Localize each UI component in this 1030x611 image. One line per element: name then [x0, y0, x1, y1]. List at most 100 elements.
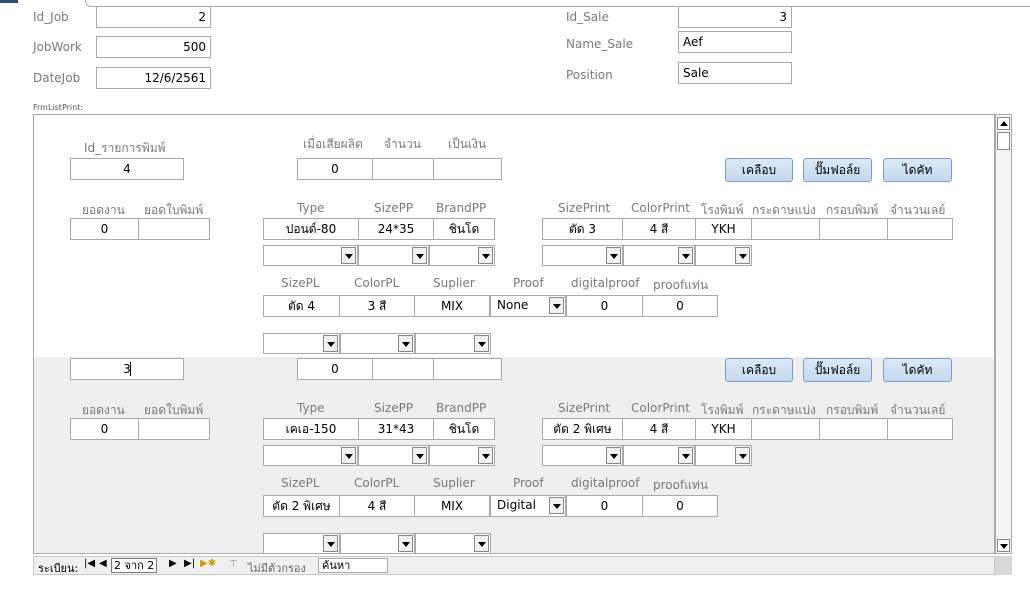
- number-field[interactable]: [887, 218, 953, 240]
- position-field[interactable]: Sale: [678, 62, 792, 84]
- chevron-down-icon[interactable]: [341, 247, 356, 264]
- filter-label[interactable]: ไม่มีตัวกรอง: [248, 559, 306, 577]
- chevron-down-icon[interactable]: [412, 447, 427, 464]
- supplier-combo[interactable]: [415, 333, 491, 354]
- laminate-button[interactable]: เคลือบ: [725, 358, 793, 382]
- chevron-down-icon[interactable]: [549, 297, 564, 314]
- colorprint-field[interactable]: 4 สี: [622, 218, 696, 240]
- diecut-button[interactable]: ไดคัท: [883, 158, 952, 182]
- proofnan-field[interactable]: 0: [642, 295, 718, 317]
- scroll-up-icon[interactable]: [997, 117, 1010, 130]
- foil-button[interactable]: ปั๊มฟอล์ย: [803, 158, 872, 182]
- sizepl-combo[interactable]: [263, 333, 340, 354]
- chevron-down-icon[interactable]: [474, 335, 489, 352]
- sizeprint-combo[interactable]: [542, 245, 623, 266]
- proof-combo[interactable]: None: [490, 295, 566, 317]
- chevron-down-icon[interactable]: [412, 247, 427, 264]
- brandpp-combo[interactable]: [429, 245, 495, 266]
- id-print-field[interactable]: 3: [70, 358, 184, 380]
- first-record-icon[interactable]: |◀: [84, 558, 95, 569]
- printhouse-combo[interactable]: [695, 445, 752, 466]
- chevron-down-icon[interactable]: [678, 247, 693, 264]
- new-record-icon[interactable]: ▶✱: [200, 558, 216, 569]
- colorpl-combo[interactable]: [340, 333, 415, 354]
- printhouse-field[interactable]: YKH: [695, 218, 752, 240]
- type-field[interactable]: ปอนด์-80: [263, 218, 359, 240]
- laminate-button[interactable]: เคลือบ: [725, 158, 793, 182]
- chevron-down-icon[interactable]: [398, 335, 413, 352]
- paperdiv-field[interactable]: [751, 418, 820, 440]
- name-sale-field[interactable]: Aef: [678, 31, 792, 53]
- digitalproof-field[interactable]: 0: [566, 295, 643, 317]
- chevron-down-icon[interactable]: [398, 535, 413, 552]
- foil-button[interactable]: ปั๊มฟอล์ย: [803, 358, 872, 382]
- chevron-down-icon[interactable]: [606, 247, 621, 264]
- supplier-field[interactable]: MIX: [414, 295, 490, 317]
- yodbaiprint-field[interactable]: [138, 218, 210, 240]
- list-print-subform[interactable]: Id_รายการพิมพ์ เมื่อเสียผลิต จำนวน เป็นเ…: [33, 114, 995, 554]
- paperdiv-field[interactable]: [751, 218, 820, 240]
- sizeprint-field[interactable]: ตัด 2 พิเศษ: [542, 418, 623, 440]
- chevron-down-icon[interactable]: [606, 447, 621, 464]
- sizepp-field[interactable]: 24*35: [358, 218, 434, 240]
- qty-field[interactable]: [372, 158, 434, 180]
- yodngan-field[interactable]: 0: [70, 418, 139, 440]
- yodbaiprint-field[interactable]: [138, 418, 210, 440]
- money-field[interactable]: [433, 158, 502, 180]
- brandpp-field[interactable]: ชินโด: [433, 218, 495, 240]
- supplier-combo[interactable]: [415, 533, 491, 553]
- chevron-down-icon[interactable]: [323, 335, 338, 352]
- frame-field[interactable]: [819, 218, 888, 240]
- number-field[interactable]: [887, 418, 953, 440]
- proof-combo[interactable]: Digital: [490, 495, 566, 517]
- brandpp-combo[interactable]: [429, 445, 495, 466]
- next-record-icon[interactable]: ▶: [169, 558, 177, 569]
- sizepp-combo[interactable]: [358, 245, 429, 266]
- colorprint-combo[interactable]: [623, 445, 695, 466]
- type-combo[interactable]: [263, 445, 358, 466]
- chevron-down-icon[interactable]: [549, 497, 564, 514]
- damage-field[interactable]: 0: [297, 358, 373, 380]
- chevron-down-icon[interactable]: [735, 247, 750, 264]
- money-field[interactable]: [433, 358, 502, 380]
- digitalproof-field[interactable]: 0: [566, 495, 643, 517]
- colorprint-combo[interactable]: [623, 245, 695, 266]
- sizepl-field[interactable]: ตัด 4: [263, 295, 340, 317]
- id-job-field[interactable]: 2: [96, 6, 211, 28]
- chevron-down-icon[interactable]: [341, 447, 356, 464]
- scroll-down-icon[interactable]: [997, 539, 1010, 552]
- damage-field[interactable]: 0: [297, 158, 373, 180]
- diecut-button[interactable]: ไดคัท: [883, 358, 952, 382]
- printhouse-combo[interactable]: [695, 245, 752, 266]
- id-sale-field[interactable]: 3: [678, 6, 792, 28]
- chevron-down-icon[interactable]: [678, 447, 693, 464]
- brandpp-field[interactable]: ชินโด: [433, 418, 495, 440]
- qty-field[interactable]: [372, 358, 434, 380]
- search-input[interactable]: ค้นหา: [318, 558, 388, 573]
- yodngan-field[interactable]: 0: [70, 218, 139, 240]
- chevron-down-icon[interactable]: [323, 535, 338, 552]
- sizeprint-combo[interactable]: [542, 445, 623, 466]
- id-print-field[interactable]: 4: [70, 158, 184, 180]
- sizepl-field[interactable]: ตัด 2 พิเศษ: [263, 495, 340, 517]
- prev-record-icon[interactable]: ◀: [99, 558, 107, 569]
- sizepl-combo[interactable]: [263, 533, 340, 553]
- datejob-field[interactable]: 12/6/2561: [96, 67, 211, 89]
- colorpl-combo[interactable]: [340, 533, 415, 553]
- printhouse-field[interactable]: YKH: [695, 418, 752, 440]
- record-position-input[interactable]: 2 จาก 2: [111, 558, 157, 573]
- sizepp-combo[interactable]: [358, 445, 429, 466]
- chevron-down-icon[interactable]: [478, 247, 493, 264]
- last-record-icon[interactable]: ▶|: [184, 558, 195, 569]
- chevron-down-icon[interactable]: [474, 535, 489, 552]
- chevron-down-icon[interactable]: [478, 447, 493, 464]
- jobwork-field[interactable]: 500: [96, 36, 211, 58]
- sizepp-field[interactable]: 31*43: [358, 418, 434, 440]
- colorprint-field[interactable]: 4 สี: [622, 418, 696, 440]
- frame-field[interactable]: [819, 418, 888, 440]
- sizeprint-field[interactable]: ตัด 3: [542, 218, 623, 240]
- scroll-thumb[interactable]: [997, 132, 1010, 150]
- supplier-field[interactable]: MIX: [414, 495, 490, 517]
- type-field[interactable]: เคเอ-150: [263, 418, 359, 440]
- vertical-scrollbar[interactable]: [995, 114, 1012, 554]
